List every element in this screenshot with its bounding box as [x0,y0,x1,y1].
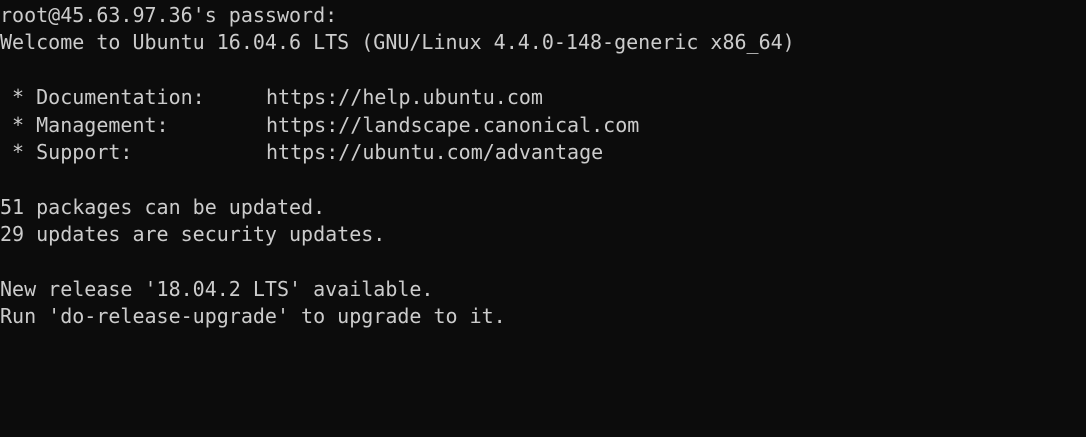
packages-update-message: 51 packages can be updated. [0,194,326,219]
motd-management-label: * Management: [0,112,169,137]
terminal-window[interactable]: root@45.63.97.36's password: Welcome to … [0,0,1086,437]
motd-documentation-label: * Documentation: [0,85,205,110]
motd-support: * Support: https://ubuntu.com/advantage [0,139,1086,166]
motd-support-url: https://ubuntu.com/advantage [266,139,604,164]
motd-documentation-url: https://help.ubuntu.com [266,85,543,110]
motd-management-url: https://landscape.canonical.com [266,112,640,137]
upgrade-instruction: Run 'do-release-upgrade' to upgrade to i… [0,304,506,329]
welcome-message: Welcome to Ubuntu 16.04.6 LTS (GNU/Linux… [0,30,795,55]
security-update-message: 29 updates are security updates. [0,222,386,247]
new-release-message: New release '18.04.2 LTS' available. [0,276,434,301]
password-prompt: root@45.63.97.36's password: [0,3,338,27]
motd-support-label: * Support: [0,139,133,164]
motd-management: * Management: https://landscape.canonical… [0,112,1086,139]
motd-documentation: * Documentation: https://help.ubuntu.com [0,84,1086,111]
